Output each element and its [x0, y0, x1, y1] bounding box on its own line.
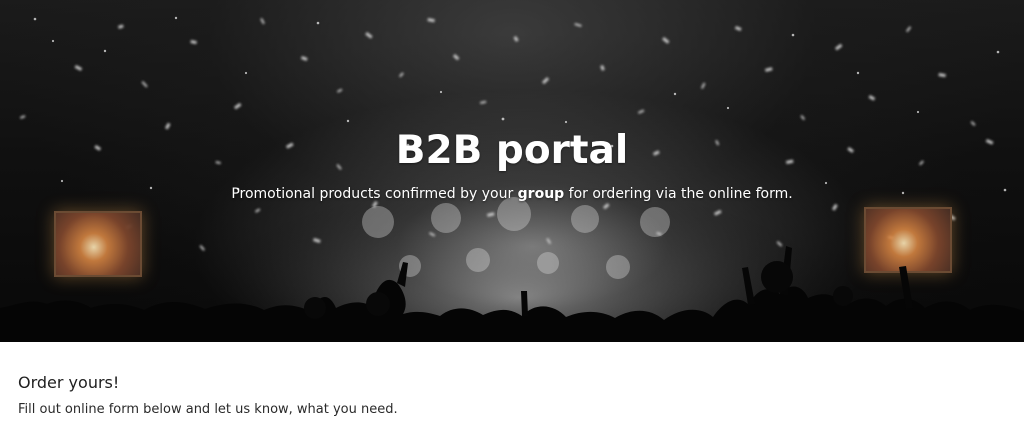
hero-banner: B2B portal Promotional products confirme…: [0, 0, 1024, 342]
hero-subtitle-group-emphasis: group: [517, 186, 565, 202]
hero-subtitle-before: Promotional products confirmed by your: [231, 186, 518, 202]
order-section-description: Fill out online form below and let us kn…: [18, 402, 398, 417]
page-title: B2B portal: [395, 128, 629, 173]
concert-crowd-silhouette: [0, 246, 1024, 342]
order-section-heading: Order yours!: [18, 373, 120, 392]
hero-subtitle-after: for ordering via the online form.: [564, 186, 793, 202]
hero-subtitle: Promotional products confirmed by your g…: [0, 186, 1024, 202]
order-section: Order yours! Fill out online form below …: [0, 342, 1024, 437]
